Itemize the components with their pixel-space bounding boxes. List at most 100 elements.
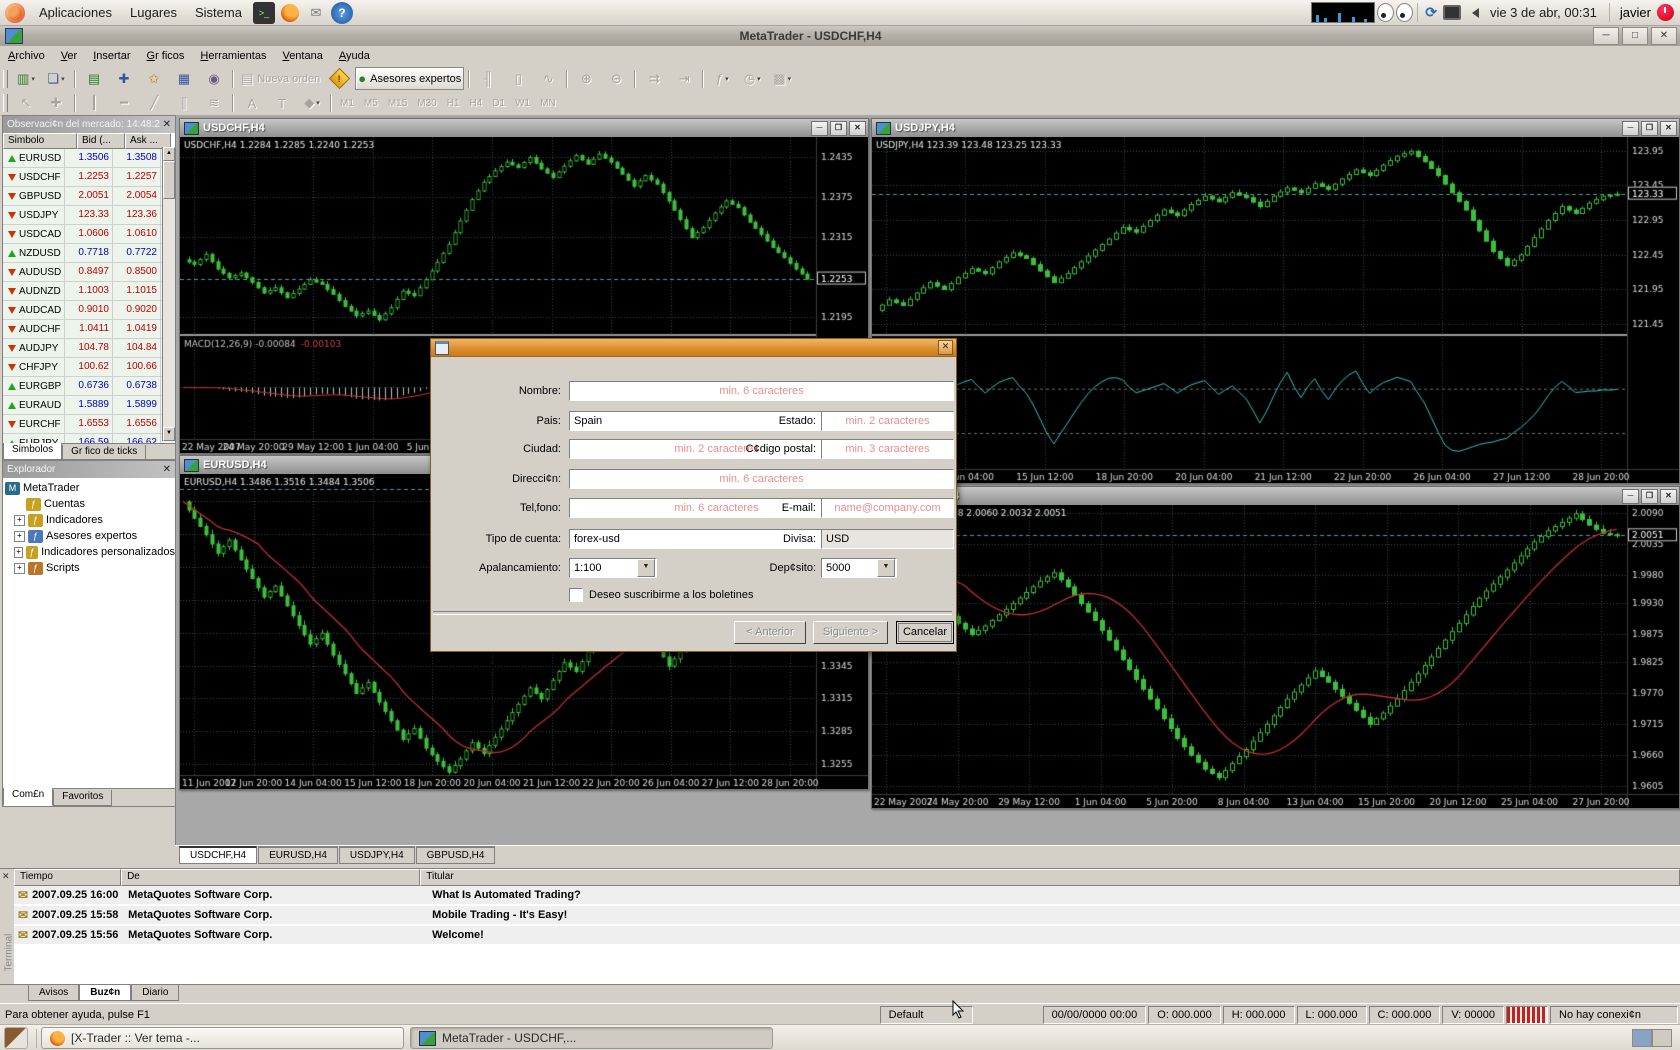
gbpusd-chart-canvas[interactable] bbox=[872, 505, 1679, 808]
chart-window-titlebar[interactable]: GBPUSD,H4─❐✕ bbox=[872, 487, 1679, 505]
terminal-tab-buz-n[interactable]: Buz¢n bbox=[79, 985, 131, 1001]
workspace-switcher[interactable] bbox=[1632, 1029, 1672, 1047]
chart-tab-eurusd-h4[interactable]: EURUSD,H4 bbox=[258, 846, 338, 864]
combo-pais[interactable]: Spain▼ bbox=[569, 411, 864, 431]
expert-advisors-icon[interactable]: ●Asesores expertos bbox=[355, 67, 464, 90]
market-watch-row-usdjpy[interactable]: USDJPY123.33123.36 bbox=[3, 206, 175, 225]
update-notifier-icon[interactable]: ⟳ bbox=[1425, 4, 1437, 21]
terminal-tab-avisos[interactable]: Avisos bbox=[28, 985, 79, 1001]
close-button[interactable]: ✕ bbox=[1660, 489, 1677, 504]
market-watch-row-audusd[interactable]: AUDUSD0.84970.8500 bbox=[3, 263, 175, 282]
taskbar-window-firefox[interactable]: [X-Trader :: Ver tema -... bbox=[41, 1027, 404, 1049]
menu-sistema[interactable]: Sistema bbox=[186, 0, 251, 25]
tab-com-n[interactable]: Com£n bbox=[3, 788, 53, 806]
crosshair-tool-icon[interactable]: ✚ bbox=[42, 92, 70, 115]
chart-shift-icon[interactable]: ⇥ bbox=[670, 67, 698, 90]
market-watch-row-audjpy[interactable]: AUDJPY104.78104.84 bbox=[3, 339, 175, 358]
menu-ventana[interactable]: Ventana bbox=[274, 48, 330, 64]
tree-root-metatrader[interactable]: MMetaTrader bbox=[5, 480, 175, 496]
combo-tipo-cuenta[interactable]: forex-usd▼ bbox=[569, 529, 864, 549]
input-email[interactable] bbox=[821, 498, 954, 518]
chevron-down-icon[interactable]: ▼ bbox=[637, 559, 655, 577]
market-watch-row-audchf[interactable]: AUDCHF1.04111.0419 bbox=[3, 320, 175, 339]
periods-icon[interactable]: ◷▾ bbox=[738, 67, 766, 90]
channel-tool-icon[interactable]: ∥ bbox=[170, 92, 198, 115]
minimize-button[interactable]: ─ bbox=[1622, 121, 1639, 136]
tree-item-asesores-expertos[interactable]: +ƒAsesores expertos bbox=[5, 528, 175, 544]
cancelar-button[interactable]: Cancelar bbox=[896, 621, 954, 644]
input-telefono[interactable] bbox=[569, 498, 864, 518]
menu-ver[interactable]: Ver bbox=[53, 48, 86, 64]
label-tool-icon[interactable]: T bbox=[268, 92, 296, 115]
minimize-button[interactable]: ─ bbox=[1622, 489, 1639, 504]
market-watch-row-audnzd[interactable]: AUDNZD1.10031.1015 bbox=[3, 282, 175, 301]
chevron-down-icon[interactable]: ▼ bbox=[877, 559, 895, 577]
cursor-tool-icon[interactable]: ↖ bbox=[12, 92, 40, 115]
usdjpy-chart-canvas[interactable] bbox=[872, 137, 1679, 483]
market-watch-scrollbar[interactable]: ▲ ▼ bbox=[162, 147, 175, 441]
auto-scroll-icon[interactable]: ⇉ bbox=[640, 67, 668, 90]
market-watch-row-eurchf[interactable]: EURCHF1.65531.6556 bbox=[3, 415, 175, 434]
input-direccion[interactable] bbox=[569, 469, 954, 489]
chart-tab-usdjpy-h4[interactable]: USDJPY,H4 bbox=[339, 846, 415, 864]
anterior-button[interactable]: < Anterior bbox=[734, 621, 806, 644]
chart-window-gbpusd[interactable]: GBPUSD,H4─❐✕ bbox=[871, 486, 1680, 809]
mail-launcher-icon[interactable]: ✉ bbox=[305, 2, 327, 24]
terminal-column-header[interactable]: De bbox=[121, 869, 420, 886]
chart-tab-usdchf-h4[interactable]: USDCHF,H4 bbox=[179, 846, 257, 864]
text-tool-icon[interactable]: A bbox=[238, 92, 266, 115]
navigator-icon[interactable]: ✩ bbox=[140, 67, 168, 90]
firefox-launcher-icon[interactable] bbox=[279, 2, 301, 24]
minimize-button[interactable]: ─ bbox=[811, 121, 828, 136]
user-switcher[interactable]: javier bbox=[1620, 5, 1651, 20]
menu-aplicaciones[interactable]: Aplicaciones bbox=[30, 0, 121, 25]
market-watch-row-gbpusd[interactable]: GBPUSD2.00512.0054 bbox=[3, 187, 175, 206]
market-watch-icon[interactable]: ▤ bbox=[80, 67, 108, 90]
terminal-column-header[interactable]: Tiempo bbox=[14, 869, 121, 886]
newsletter-checkbox[interactable] bbox=[569, 588, 583, 602]
chart-window-titlebar[interactable]: USDCHF,H4─❐✕ bbox=[180, 119, 868, 137]
mail-row[interactable]: ✉2007.09.25 16:00MetaQuotes Software Cor… bbox=[14, 886, 1680, 906]
period-w1-button[interactable]: W1 bbox=[510, 96, 535, 111]
new-order-icon[interactable]: ▤Nueva orden bbox=[238, 67, 323, 90]
menu-herramientas[interactable]: Herramientas bbox=[192, 48, 274, 64]
new-chart-icon[interactable]: ▥▾ bbox=[12, 67, 40, 90]
terminal-launcher-icon[interactable]: >_ bbox=[253, 2, 275, 24]
period-h1-button[interactable]: H1 bbox=[442, 96, 465, 111]
tree-item-indicadores-personalizados[interactable]: +ƒIndicadores personalizados bbox=[5, 544, 175, 560]
taskbar-window-metatrader[interactable]: MetaTrader - USDCHF,... bbox=[410, 1027, 773, 1049]
tree-item-cuentas[interactable]: ƒCuentas bbox=[5, 496, 175, 512]
chart-tab-gbpusd-h4[interactable]: GBPUSD,H4 bbox=[416, 846, 496, 864]
column-header[interactable]: Bid (... bbox=[77, 133, 125, 149]
menu-lugares[interactable]: Lugares bbox=[121, 0, 186, 25]
candle-chart-mode-icon[interactable]: ▯ bbox=[504, 67, 532, 90]
combo-deposito[interactable]: 5000▼ bbox=[821, 558, 897, 578]
shapes-tool-icon[interactable]: ◆▾ bbox=[298, 92, 326, 115]
combo-apalancamiento[interactable]: 1:100▼ bbox=[569, 558, 657, 578]
trendline-tool-icon[interactable]: ╱ bbox=[140, 92, 168, 115]
market-watch-row-euraud[interactable]: EURAUD1.58891.5899 bbox=[3, 396, 175, 415]
tree-item-indicadores[interactable]: +ƒIndicadores bbox=[5, 512, 175, 528]
data-window-icon[interactable]: ✚ bbox=[110, 67, 138, 90]
zoom-in-icon[interactable]: ⊕ bbox=[572, 67, 600, 90]
restore-button[interactable]: ❐ bbox=[830, 121, 847, 136]
mail-row[interactable]: ✉2007.09.25 15:58MetaQuotes Software Cor… bbox=[14, 906, 1680, 926]
menu-archivo[interactable]: Archivo bbox=[0, 48, 53, 64]
chart-window-titlebar[interactable]: USDJPY,H4─❐✕ bbox=[872, 119, 1679, 137]
display-applet-icon[interactable] bbox=[1443, 5, 1461, 20]
terminal-close-icon[interactable]: ✕ bbox=[2, 871, 10, 882]
market-watch-row-usdcad[interactable]: USDCAD1.06061.0610 bbox=[3, 225, 175, 244]
tree-item-scripts[interactable]: +ƒScripts bbox=[5, 560, 175, 576]
close-button[interactable]: ✕ bbox=[849, 121, 866, 136]
expand-icon[interactable]: + bbox=[14, 515, 25, 526]
hline-tool-icon[interactable]: ━ bbox=[110, 92, 138, 115]
market-watch-row-eurgbp[interactable]: EURGBP0.67360.6738 bbox=[3, 377, 175, 396]
bar-chart-mode-icon[interactable]: ╢ bbox=[474, 67, 502, 90]
restore-button[interactable]: ❐ bbox=[1641, 121, 1658, 136]
dialog-close-icon[interactable]: ✕ bbox=[938, 340, 953, 355]
menu-insertar[interactable]: Insertar bbox=[85, 48, 138, 64]
tab-gr-fico-de-ticks[interactable]: Gr fico de ticks bbox=[62, 445, 146, 460]
market-watch-close-icon[interactable]: ✕ bbox=[163, 119, 171, 130]
navigator-close-icon[interactable]: ✕ bbox=[163, 464, 171, 475]
mail-row[interactable]: ✉2007.09.25 15:56MetaQuotes Software Cor… bbox=[14, 926, 1680, 946]
